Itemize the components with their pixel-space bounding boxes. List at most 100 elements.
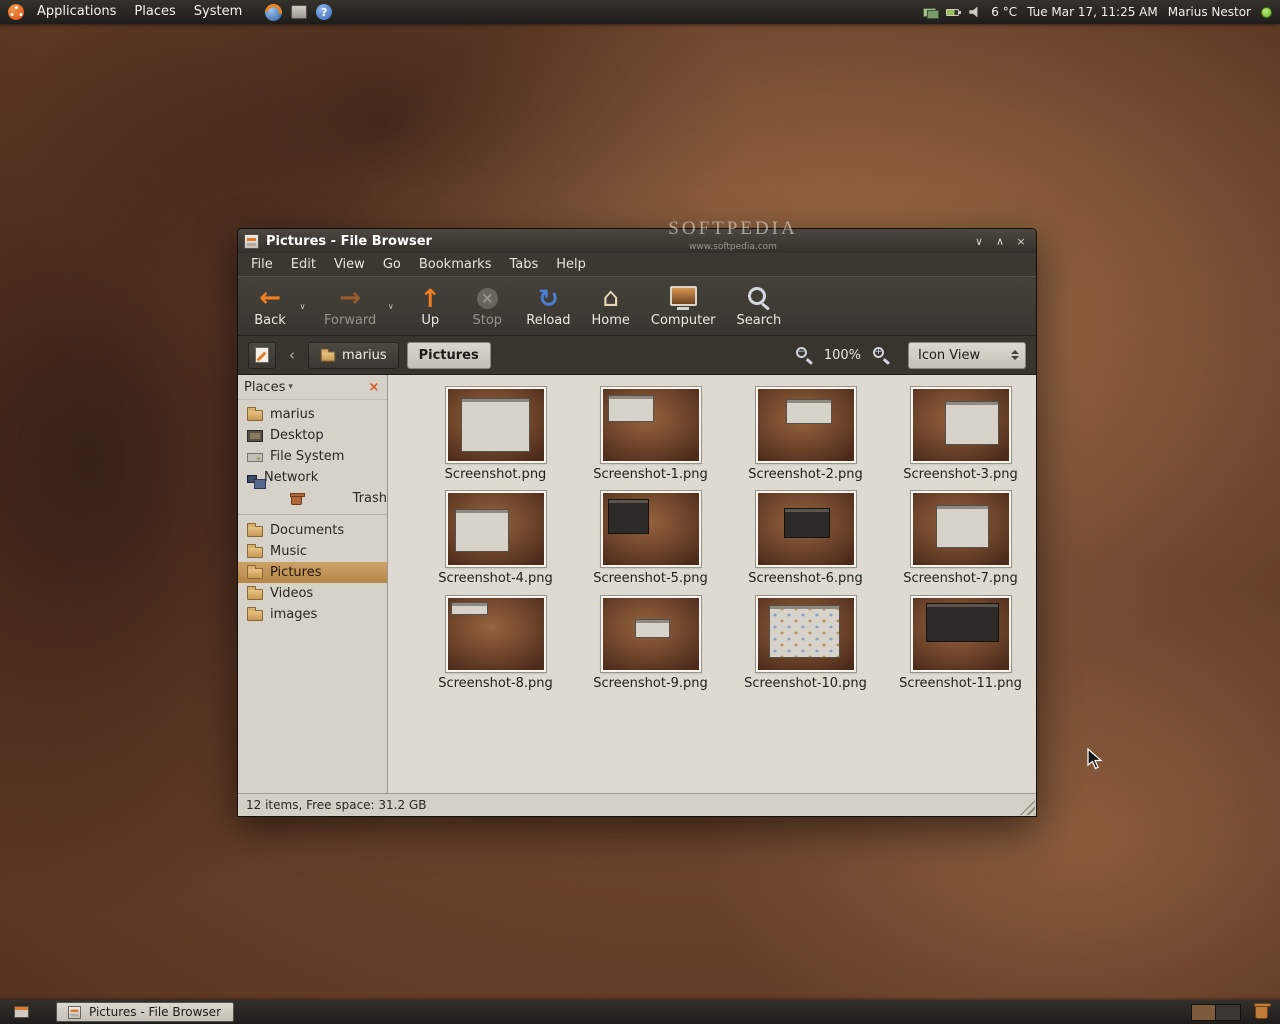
sidebar-separator [238,514,387,515]
sidebar-item-file-system[interactable]: File System [238,446,387,467]
menu-edit[interactable]: Edit [282,254,325,275]
file-item[interactable]: Screenshot-11.png [883,596,1036,691]
taskbar-window-button[interactable]: Pictures - File Browser [56,1002,234,1022]
sidebar-item-marius[interactable]: marius [238,404,387,425]
reload-icon [535,285,561,311]
menu-view[interactable]: View [325,254,374,275]
help-icon[interactable]: ? [316,4,332,20]
window-title: Pictures - File Browser [266,234,432,249]
sidebar-item-documents[interactable]: Documents [238,520,387,541]
file-item[interactable]: Screenshot-1.png [573,387,728,482]
thumbnail [446,596,546,672]
file-item[interactable]: Screenshot-2.png [728,387,883,482]
computer-button[interactable]: Computer [645,280,722,332]
search-button[interactable]: Search [731,280,788,332]
file-item[interactable]: Screenshot.png [418,387,573,482]
workspace-2[interactable] [1216,1005,1240,1020]
trash-applet-icon[interactable] [1255,1005,1268,1019]
back-history-dropdown[interactable]: ∨ [296,280,309,332]
system-menu[interactable]: System [185,0,251,24]
file-item[interactable]: Screenshot-9.png [573,596,728,691]
zoom-in-icon [873,347,884,358]
task-label: Pictures - File Browser [89,1005,221,1019]
sidebar-item-trash[interactable]: Trash [238,488,387,509]
menu-bookmarks[interactable]: Bookmarks [410,254,501,275]
file-name: Screenshot.png [445,468,547,482]
reload-button[interactable]: Reload [520,280,576,332]
menu-help[interactable]: Help [547,254,595,275]
sidebar-item-images[interactable]: images [238,604,387,625]
path-scroll-left-button[interactable]: ‹ [284,342,300,368]
applications-menu[interactable]: Applications [28,0,125,24]
close-button[interactable]: × [1012,233,1030,249]
desktop-icon [247,430,263,442]
sidebar-item-network[interactable]: Network [238,467,387,488]
sidebar-item-desktop[interactable]: Desktop [238,425,387,446]
zoom-in-button[interactable] [872,346,890,364]
clock-applet[interactable]: Tue Mar 17, 11:25 AM [1027,5,1158,19]
folder-icon [247,410,263,421]
file-item[interactable]: Screenshot-4.png [418,491,573,586]
up-button[interactable]: Up [406,280,454,332]
trash-icon [291,495,302,505]
file-item[interactable]: Screenshot-6.png [728,491,883,586]
thumbnail-window [608,395,654,422]
weather-applet[interactable]: 6 °C [991,5,1017,19]
close-sidebar-button[interactable]: × [367,380,381,395]
thumbnail-window [635,619,670,638]
show-desktop-icon [14,1006,29,1018]
thumbnail [446,387,546,463]
folder-icon [321,351,335,361]
mouse-cursor [1086,748,1108,770]
home-button[interactable]: Home [586,280,636,332]
menu-file[interactable]: File [242,254,282,275]
drive-icon [247,453,263,462]
zoom-out-button[interactable] [795,346,813,364]
thumbnail-window [451,602,487,615]
resize-grip[interactable] [1020,800,1035,815]
thumbnail-window [461,398,530,453]
menu-go[interactable]: Go [374,254,410,275]
thumbnail [911,596,1011,672]
file-name: Screenshot-6.png [748,572,863,586]
stop-button[interactable]: Stop [463,280,511,332]
thumbnail-window [936,505,990,548]
sidebar-item-videos[interactable]: Videos [238,583,387,604]
title-bar[interactable]: Pictures - File Browser ∨ ∧ × [238,229,1036,253]
places-sidebar: Places ▾ × marius Desktop File System Ne… [238,375,388,793]
firefox-icon[interactable] [265,4,282,21]
forward-button[interactable]: Forward [318,280,382,332]
places-menu[interactable]: Places [125,0,184,24]
minimize-button[interactable]: ∨ [970,233,988,249]
forward-history-dropdown[interactable]: ∨ [384,280,397,332]
sidebar-title[interactable]: Places [244,380,285,395]
toggle-location-entry-button[interactable] [248,342,276,369]
computer-icon [670,285,697,311]
workspace-1[interactable] [1192,1005,1216,1020]
ubuntu-logo-icon[interactable] [8,4,24,20]
breadcrumb-label: Pictures [419,348,479,363]
battery-icon[interactable] [946,9,959,16]
maximize-button[interactable]: ∧ [991,233,1009,249]
breadcrumb-pictures[interactable]: Pictures [407,342,491,369]
breadcrumb-marius[interactable]: marius [308,342,399,369]
user-switcher[interactable]: Marius Nestor [1168,5,1251,19]
show-desktop-button[interactable] [8,1000,34,1024]
file-item[interactable]: Screenshot-5.png [573,491,728,586]
menu-tabs[interactable]: Tabs [500,254,547,275]
launcher-icon[interactable] [291,5,307,19]
file-name: Screenshot-1.png [593,468,708,482]
network-icon[interactable] [923,8,936,17]
top-panel: Applications Places System ? 6 °C Tue Ma… [0,0,1280,24]
thumbnail-window [945,401,999,446]
sidebar-item-music[interactable]: Music [238,541,387,562]
folder-icon [247,610,263,621]
view-mode-select[interactable]: Icon View [908,342,1026,369]
volume-icon[interactable] [969,6,981,18]
file-item[interactable]: Screenshot-7.png [883,491,1036,586]
file-item[interactable]: Screenshot-10.png [728,596,883,691]
back-button[interactable]: Back [246,280,294,332]
file-item[interactable]: Screenshot-3.png [883,387,1036,482]
sidebar-item-pictures[interactable]: Pictures [238,562,387,583]
file-item[interactable]: Screenshot-8.png [418,596,573,691]
